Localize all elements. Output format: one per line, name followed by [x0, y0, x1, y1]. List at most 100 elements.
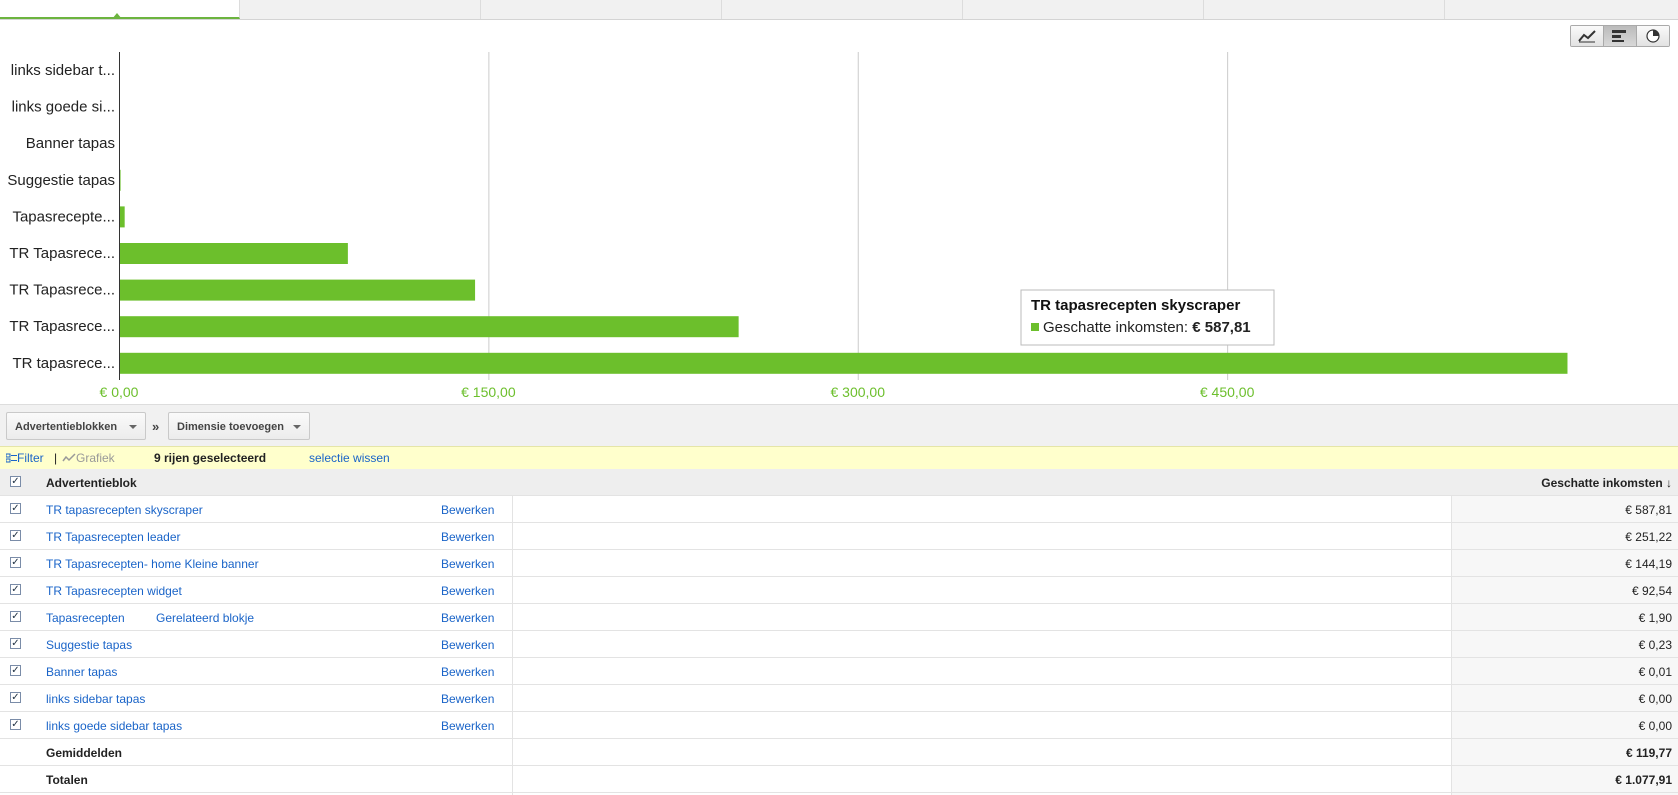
tooltip-title: TR tapasrecepten skyscraper	[1031, 297, 1240, 314]
totals-value: € 1.077,91	[1615, 773, 1672, 787]
category-label: TR Tapasrece...	[9, 282, 115, 299]
bar	[120, 352, 1568, 374]
selection-divider: |	[54, 451, 58, 465]
row-extra-link[interactable]: Gerelateerd blokje	[156, 611, 254, 625]
row-name-link[interactable]: TR tapasrecepten skyscraper	[46, 503, 203, 517]
add-dimension-label: Dimensie toevoegen	[177, 421, 284, 433]
table-row: ✓ links goede sidebar tapas Bewerken € 0,00	[0, 712, 1678, 739]
edit-link[interactable]: Bewerken	[441, 530, 494, 544]
column-header-value[interactable]: Geschatte inkomsten ↓	[1541, 476, 1672, 490]
row-name-link[interactable]: TR Tapasrecepten leader	[46, 530, 181, 544]
column-header-name[interactable]: Advertentieblok	[46, 476, 137, 490]
bar	[120, 206, 125, 228]
category-label: Banner tapas	[26, 135, 115, 152]
chevron-down-icon	[129, 425, 137, 429]
averages-label: Gemiddelden	[46, 746, 123, 760]
row-checkbox[interactable]: ✓	[10, 611, 21, 622]
bar	[120, 243, 348, 264]
edit-link[interactable]: Bewerken	[441, 584, 494, 598]
row-checkbox[interactable]: ✓	[10, 638, 21, 649]
selection-bar: Filter | Grafiek 9 rijen geselecteerd se…	[0, 446, 1678, 470]
x-tick-label: € 150,00	[461, 384, 516, 400]
row-value: € 587,81	[1625, 503, 1672, 517]
row-name-link[interactable]: links goede sidebar tapas	[46, 719, 182, 733]
bar-chart: links sidebar t... links goede si... Banne…	[7, 52, 1568, 400]
add-dimension-dropdown[interactable]: Dimensie toevoegen	[168, 412, 310, 440]
x-tick-label: € 450,00	[1200, 384, 1255, 400]
row-name-link[interactable]: Suggestie tapas	[46, 638, 132, 652]
row-checkbox[interactable]: ✓	[10, 584, 21, 595]
row-checkbox[interactable]: ✓	[10, 719, 21, 730]
chevron-down-icon	[293, 425, 301, 429]
edit-link[interactable]: Bewerken	[441, 665, 494, 679]
row-name-link[interactable]: Tapasrecepten	[46, 611, 125, 625]
totals-label: Totalen	[46, 773, 88, 787]
totals-row: Totalen € 1.077,91	[0, 766, 1678, 793]
table-header-row: ✓ Advertentieblok Geschatte inkomsten ↓	[0, 469, 1678, 496]
row-checkbox[interactable]: ✓	[10, 665, 21, 676]
bar	[120, 169, 121, 191]
table-row: ✓ TR Tapasrecepten- home Kleine banner Bew…	[0, 550, 1678, 577]
filter-label: Filter	[17, 451, 44, 465]
row-value: € 92,54	[1631, 584, 1672, 598]
table-row: ✓ Suggestie tapas Bewerken € 0,23	[0, 631, 1678, 658]
averages-row: Gemiddelden € 119,77	[0, 739, 1678, 766]
metric-tab-2[interactable]	[240, 0, 481, 19]
metric-tab-7[interactable]	[1445, 0, 1678, 19]
metric-tab-1[interactable]	[0, 0, 240, 19]
category-label: TR Tapasrece...	[9, 318, 115, 335]
category-label: links goede si...	[12, 99, 115, 116]
breadcrumb-separator: »	[152, 419, 160, 434]
primary-dimension-label: Advertentieblokken	[15, 421, 118, 433]
row-value: € 251,22	[1625, 530, 1672, 544]
bar	[120, 316, 739, 338]
edit-link[interactable]: Bewerken	[441, 719, 494, 733]
row-value: € 0,00	[1638, 719, 1672, 733]
graph-link[interactable]: Grafiek	[62, 447, 115, 469]
tooltip-value: € 587,81	[1192, 319, 1250, 336]
table-row: ✓ TR Tapasrecepten leader Bewerken € 251,22	[0, 523, 1678, 550]
dimension-toolbar: Advertentieblokken » Dimensie toevoegen	[0, 404, 1678, 447]
row-value: € 0,23	[1638, 638, 1672, 652]
category-label: links sidebar t...	[11, 62, 115, 79]
filter-link[interactable]: Filter	[5, 447, 44, 469]
edit-link[interactable]: Bewerken	[441, 611, 494, 625]
graph-icon	[62, 453, 76, 462]
row-checkbox[interactable]: ✓	[10, 692, 21, 703]
bar	[120, 279, 476, 301]
table-row: ✓ TR tapasrecepten skyscraper Bewerken € 58…	[0, 496, 1678, 523]
row-value: € 1,90	[1638, 611, 1672, 625]
edit-link[interactable]: Bewerken	[441, 557, 494, 571]
averages-value: € 119,77	[1625, 746, 1672, 760]
metric-tab-3[interactable]	[481, 0, 722, 19]
category-label: TR Tapasrece...	[9, 245, 115, 262]
row-checkbox[interactable]: ✓	[10, 557, 21, 568]
metric-tab-6[interactable]	[1204, 0, 1445, 19]
metric-tab-5[interactable]	[963, 0, 1204, 19]
edit-link[interactable]: Bewerken	[441, 638, 494, 652]
row-name-link[interactable]: Banner tapas	[46, 665, 117, 679]
primary-dimension-dropdown[interactable]: Advertentieblokken	[6, 412, 146, 440]
row-name-link[interactable]: links sidebar tapas	[46, 692, 145, 706]
x-tick-label: € 0,00	[100, 384, 139, 400]
category-label: Suggestie tapas	[7, 172, 115, 189]
clear-selection-link[interactable]: selectie wissen	[309, 447, 390, 469]
row-name-link[interactable]: TR Tapasrecepten- home Kleine banner	[46, 557, 259, 571]
metric-tab-4[interactable]	[722, 0, 963, 19]
tooltip-label: Geschatte inkomsten: € 587,81	[1043, 319, 1251, 336]
tab-pointer	[112, 13, 122, 19]
row-checkbox[interactable]: ✓	[10, 530, 21, 541]
graph-label: Grafiek	[76, 451, 115, 465]
row-value: € 0,00	[1638, 692, 1672, 706]
row-checkbox[interactable]: ✓	[10, 503, 21, 514]
select-all-checkbox[interactable]: ✓	[10, 476, 21, 487]
table-row: ✓ links sidebar tapas Bewerken € 0,00	[0, 685, 1678, 712]
edit-link[interactable]: Bewerken	[441, 503, 494, 517]
edit-link[interactable]: Bewerken	[441, 692, 494, 706]
row-name-link[interactable]: TR Tapasrecepten widget	[46, 584, 182, 598]
category-label: TR tapasrece...	[12, 355, 115, 372]
row-value: € 144,19	[1625, 557, 1672, 571]
table-row: ✓ TR Tapasrecepten widget Bewerken € 92,54	[0, 577, 1678, 604]
table-row: ✓ Banner tapas Bewerken € 0,01	[0, 658, 1678, 685]
row-value: € 0,01	[1638, 665, 1672, 679]
